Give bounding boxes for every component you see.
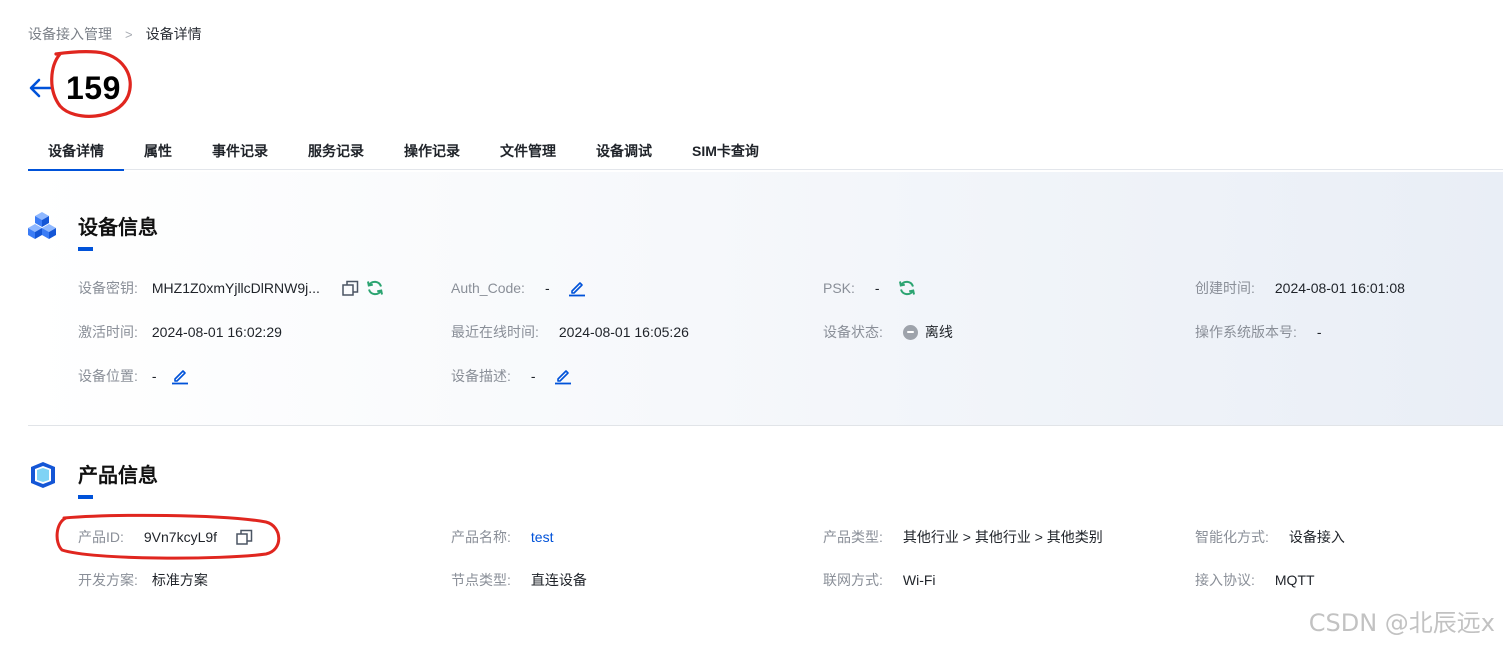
smart-mode-label: 智能化方式:: [1195, 529, 1269, 545]
smart-mode-value: 设备接入: [1288, 529, 1345, 545]
refresh-icon[interactable]: [366, 279, 384, 297]
device-desc-field: 设备描述: -: [451, 365, 572, 387]
product-name-field: 产品名称: test: [451, 526, 553, 548]
psk-field: PSK: -: [823, 277, 916, 299]
product-type-field: 产品类型: 其他行业 > 其他行业 > 其他类别: [823, 526, 1103, 548]
section-divider: [28, 425, 1503, 426]
node-type-value: 直连设备: [530, 572, 587, 588]
smart-mode-field: 智能化方式: 设备接入: [1195, 526, 1345, 548]
node-type-label: 节点类型:: [451, 572, 511, 588]
arrow-left-icon[interactable]: [26, 73, 56, 103]
offline-status-icon: [902, 324, 918, 340]
tab-properties[interactable]: 属性: [124, 132, 192, 170]
product-id-value: 9Vn7kcyL9f: [143, 529, 218, 545]
product-type-value: 其他行业 > 其他行业 > 其他类别: [902, 529, 1103, 545]
psk-value: -: [874, 280, 880, 296]
tab-device-debug[interactable]: 设备调试: [576, 132, 672, 170]
tab-file-management[interactable]: 文件管理: [480, 132, 576, 170]
edit-icon[interactable]: [568, 279, 586, 297]
os-version-field: 操作系统版本号: -: [1195, 321, 1322, 343]
dev-scheme-value: 标准方案: [151, 572, 208, 588]
created-time-label: 创建时间:: [1195, 280, 1255, 296]
network-mode-label: 联网方式:: [823, 572, 883, 588]
product-name-label: 产品名称:: [451, 529, 511, 545]
device-location-label: 设备位置:: [78, 368, 138, 384]
product-id-label: 产品ID:: [78, 529, 124, 545]
device-key-value: MHZ1Z0xmYjllcDlRNW9j...: [151, 280, 320, 296]
psk-label: PSK:: [823, 280, 855, 296]
os-version-value: -: [1316, 324, 1322, 340]
breadcrumb-parent-link[interactable]: 设备接入管理: [28, 24, 112, 44]
breadcrumb: 设备接入管理 > 设备详情: [28, 24, 202, 44]
device-status-label: 设备状态:: [823, 324, 883, 340]
edit-icon[interactable]: [554, 367, 572, 385]
watermark: CSDN @北辰远x: [1308, 609, 1495, 637]
section-underline: [78, 247, 93, 251]
dev-scheme-field: 开发方案: 标准方案: [78, 569, 208, 591]
tab-event-records[interactable]: 事件记录: [192, 132, 288, 170]
device-location-field: 设备位置: -: [78, 365, 189, 387]
node-type-field: 节点类型: 直连设备: [451, 569, 587, 591]
box-icon: [28, 460, 56, 488]
auth-code-label: Auth_Code:: [451, 280, 525, 296]
copy-icon[interactable]: [235, 528, 253, 546]
device-info-header: 设备信息: [28, 211, 158, 240]
product-info-title: 产品信息: [78, 465, 158, 487]
page-header: 159: [26, 66, 121, 110]
activated-time-field: 激活时间: 2024-08-01 16:02:29: [78, 321, 282, 343]
network-mode-field: 联网方式: Wi-Fi: [823, 569, 936, 591]
dev-scheme-label: 开发方案:: [78, 572, 138, 588]
tab-operation-records[interactable]: 操作记录: [384, 132, 480, 170]
product-type-label: 产品类型:: [823, 529, 883, 545]
created-time-value: 2024-08-01 16:01:08: [1274, 280, 1405, 296]
auth-code-value: -: [544, 280, 550, 296]
device-info-title: 设备信息: [78, 217, 158, 239]
last-online-field: 最近在线时间: 2024-08-01 16:05:26: [451, 321, 689, 343]
device-status-value: 离线: [924, 324, 953, 340]
activated-time-label: 激活时间:: [78, 324, 138, 340]
access-protocol-value: MQTT: [1274, 572, 1315, 588]
device-status-field: 设备状态: 离线: [823, 321, 953, 343]
breadcrumb-separator: >: [125, 26, 133, 42]
device-location-value: -: [151, 368, 157, 384]
product-name-link[interactable]: test: [531, 529, 554, 545]
access-protocol-field: 接入协议: MQTT: [1195, 569, 1315, 591]
os-version-label: 操作系统版本号:: [1195, 324, 1297, 340]
cubes-icon: [28, 211, 56, 240]
activated-time-value: 2024-08-01 16:02:29: [151, 324, 282, 340]
tab-sim-query[interactable]: SIM卡查询: [672, 132, 779, 170]
product-id-field: 产品ID: 9Vn7kcyL9f: [78, 526, 253, 548]
refresh-icon[interactable]: [898, 279, 916, 297]
copy-icon[interactable]: [342, 279, 360, 297]
last-online-label: 最近在线时间:: [451, 324, 539, 340]
section-underline: [78, 495, 93, 499]
breadcrumb-current: 设备详情: [145, 26, 202, 42]
product-info-header: 产品信息: [28, 459, 158, 488]
device-desc-value: -: [530, 368, 536, 384]
device-key-label: 设备密钥:: [78, 280, 138, 296]
page-title: 159: [66, 69, 121, 106]
created-time-field: 创建时间: 2024-08-01 16:01:08: [1195, 277, 1405, 299]
edit-icon[interactable]: [171, 367, 189, 385]
device-key-field: 设备密钥: MHZ1Z0xmYjllcDlRNW9j...: [78, 277, 384, 299]
last-online-value: 2024-08-01 16:05:26: [558, 324, 689, 340]
access-protocol-label: 接入协议:: [1195, 572, 1255, 588]
tab-bar: 设备详情 属性 事件记录 服务记录 操作记录 文件管理 设备调试 SIM卡查询: [28, 132, 1503, 171]
auth-code-field: Auth_Code: -: [451, 277, 586, 299]
network-mode-value: Wi-Fi: [902, 572, 936, 588]
device-desc-label: 设备描述:: [451, 368, 511, 384]
tab-service-records[interactable]: 服务记录: [288, 132, 384, 170]
tab-device-details[interactable]: 设备详情: [28, 132, 124, 171]
